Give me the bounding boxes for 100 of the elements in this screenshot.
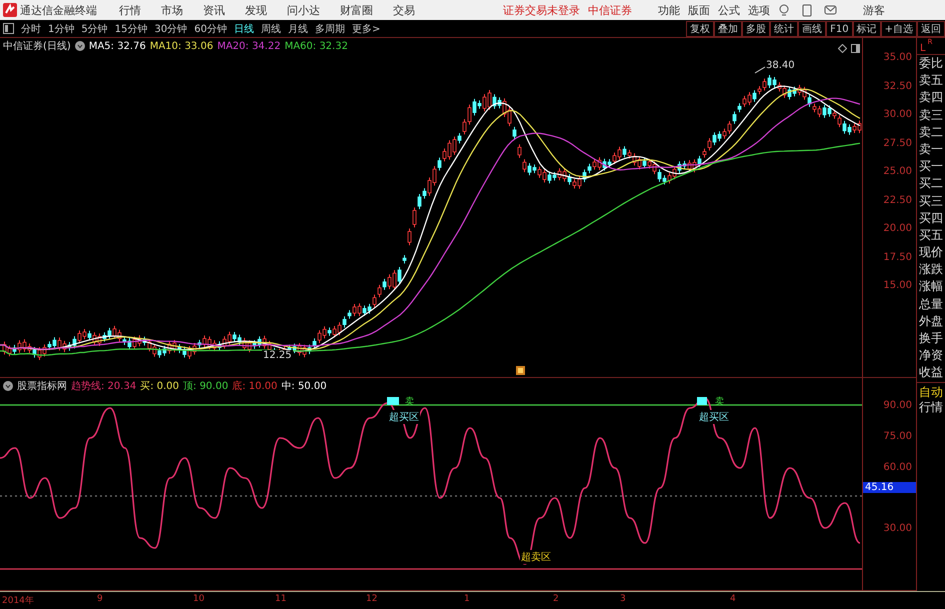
axis-label: 90.00 [883, 400, 912, 411]
menu-item[interactable]: 财富圈 [340, 2, 373, 18]
axis-label: 11 [275, 594, 286, 604]
toolbar-button[interactable]: 叠加 [714, 20, 742, 36]
quote-field-label: 现价 [918, 244, 944, 262]
logo-icon [3, 3, 17, 17]
axis-label: 60.00 [883, 462, 912, 472]
toolbar-button[interactable]: 统计 [770, 20, 798, 36]
axis-label: 2 [553, 594, 559, 604]
app-title: 通达信金融终端 [20, 2, 97, 18]
axis-label: 12 [366, 594, 378, 604]
indicator-name: 股票指标网 [17, 380, 67, 393]
panel-tab[interactable]: 行情 [917, 400, 945, 415]
toolbar-button[interactable]: 标记 [852, 20, 881, 36]
axis-label: 30.00 [883, 109, 912, 120]
quote-field-label: 换手 [918, 330, 944, 347]
quote-field-label: 买三 [918, 192, 944, 210]
ma-readout: MA20: 34.22 [217, 40, 281, 52]
login-status-link[interactable]: 证券交易未登录 [503, 2, 580, 18]
broker-link[interactable]: 中信证券 [588, 2, 632, 18]
indicator-readout: 底: 10.00 [232, 380, 278, 393]
quote-field-label: 净资 [918, 347, 944, 364]
quote-field-label: 买五 [918, 226, 944, 244]
menu-item[interactable]: 市场 [161, 2, 183, 18]
axis-label: 15.00 [883, 280, 912, 291]
quote-field-label: 总量 [918, 296, 944, 313]
toolbar-button[interactable]: F10 [826, 20, 853, 36]
diamond-icon [838, 44, 847, 53]
dropdown-icon [3, 381, 13, 391]
quote-field-label: 买二 [918, 175, 944, 192]
menu-item[interactable]: 问小达 [287, 2, 320, 18]
user-name[interactable]: 游客 [863, 2, 885, 18]
sell-signal: 卖 [405, 396, 414, 408]
panel-tab[interactable]: 自动 [917, 384, 945, 400]
period-tab[interactable]: 30分钟 [154, 22, 188, 36]
quote-field-label: 卖一 [918, 140, 944, 158]
toolbar-button[interactable]: 复权 [686, 20, 714, 36]
period-tab[interactable]: 分时 [21, 22, 41, 36]
quote-field-label: 收益 [918, 364, 944, 382]
ma-readout: MA10: 33.06 [150, 40, 214, 52]
toolbar-button[interactable]: +自选 [880, 20, 917, 36]
period-tab[interactable]: 60分钟 [194, 22, 227, 36]
menu-item[interactable]: 行情 [119, 2, 141, 18]
price-label: 12.25 [262, 350, 293, 361]
quote-field-label: 涨幅 [918, 278, 944, 296]
toolbar-button[interactable]: 多股 [742, 20, 770, 36]
indicator-readout: 买: 0.00 [140, 380, 180, 393]
quote-field-label: 买四 [918, 210, 944, 227]
period-tab[interactable]: 月线 [288, 22, 308, 36]
quote-field-label: 涨跌 [918, 261, 944, 278]
corner-label: L [920, 43, 926, 54]
period-tab[interactable]: 5分钟 [81, 22, 108, 36]
chart-title: 中信证券(日线) [3, 40, 71, 53]
toolbar-button[interactable]: 画线 [798, 20, 826, 36]
period-tab[interactable]: 日线 [234, 22, 254, 36]
signal-marker [697, 397, 707, 405]
current-value-label: 45.16 [863, 482, 916, 493]
menu-item[interactable]: 版面 [688, 2, 710, 18]
quote-field-label: 卖五 [918, 72, 944, 90]
bulb-icon [778, 4, 790, 16]
signal-marker [387, 397, 399, 405]
zone-label: 超买区 [388, 410, 420, 424]
event-marker-icon [516, 366, 525, 375]
axis-label: 17.50 [883, 252, 912, 262]
period-tab[interactable]: 更多> [352, 22, 380, 36]
ma-readout: MA60: 32.32 [284, 40, 348, 52]
menu-item[interactable]: 交易 [393, 2, 415, 18]
dropdown-icon [74, 41, 85, 51]
period-tab[interactable]: 多周期 [314, 22, 345, 36]
axis-label: 3 [620, 594, 626, 604]
period-tab[interactable]: 15分钟 [114, 22, 148, 36]
indicator-readout: 顶: 90.00 [183, 380, 228, 393]
quote-field-label: 卖三 [918, 106, 944, 124]
quote-field-label: 卖四 [918, 89, 944, 106]
quote-field-label: 卖二 [918, 124, 944, 141]
axis-label: 1 [464, 594, 470, 604]
axis-label: 35.00 [883, 52, 912, 63]
axis-label: 22.50 [883, 194, 912, 206]
quote-field-label: 外盘 [918, 312, 944, 330]
price-label: 38.40 [766, 60, 795, 71]
toolbar-button[interactable]: 返回 [917, 20, 945, 36]
quote-field-label: 买一 [918, 158, 944, 176]
zone-label: 超卖区 [520, 550, 552, 564]
period-tab[interactable]: 1分钟 [48, 22, 74, 36]
menu-item[interactable]: 公式 [718, 2, 740, 18]
phone-icon [802, 4, 812, 16]
axis-label: 27.50 [883, 138, 912, 148]
axis-label: 30.00 [883, 523, 912, 534]
axis-label: 75.00 [883, 430, 912, 442]
quote-field-label: 委比 [918, 55, 944, 72]
mail-icon [824, 5, 837, 15]
menu-item[interactable]: 资讯 [203, 2, 225, 18]
window-icon [851, 44, 860, 53]
axis-label: 4 [730, 594, 736, 604]
menu-item[interactable]: 选项 [748, 2, 770, 18]
menu-item[interactable]: 发现 [245, 2, 267, 18]
period-tab[interactable]: 周线 [260, 22, 281, 36]
menu-item[interactable]: 功能 [658, 2, 680, 18]
axis-label: 9 [97, 594, 103, 604]
axis-label: 32.50 [883, 80, 912, 92]
